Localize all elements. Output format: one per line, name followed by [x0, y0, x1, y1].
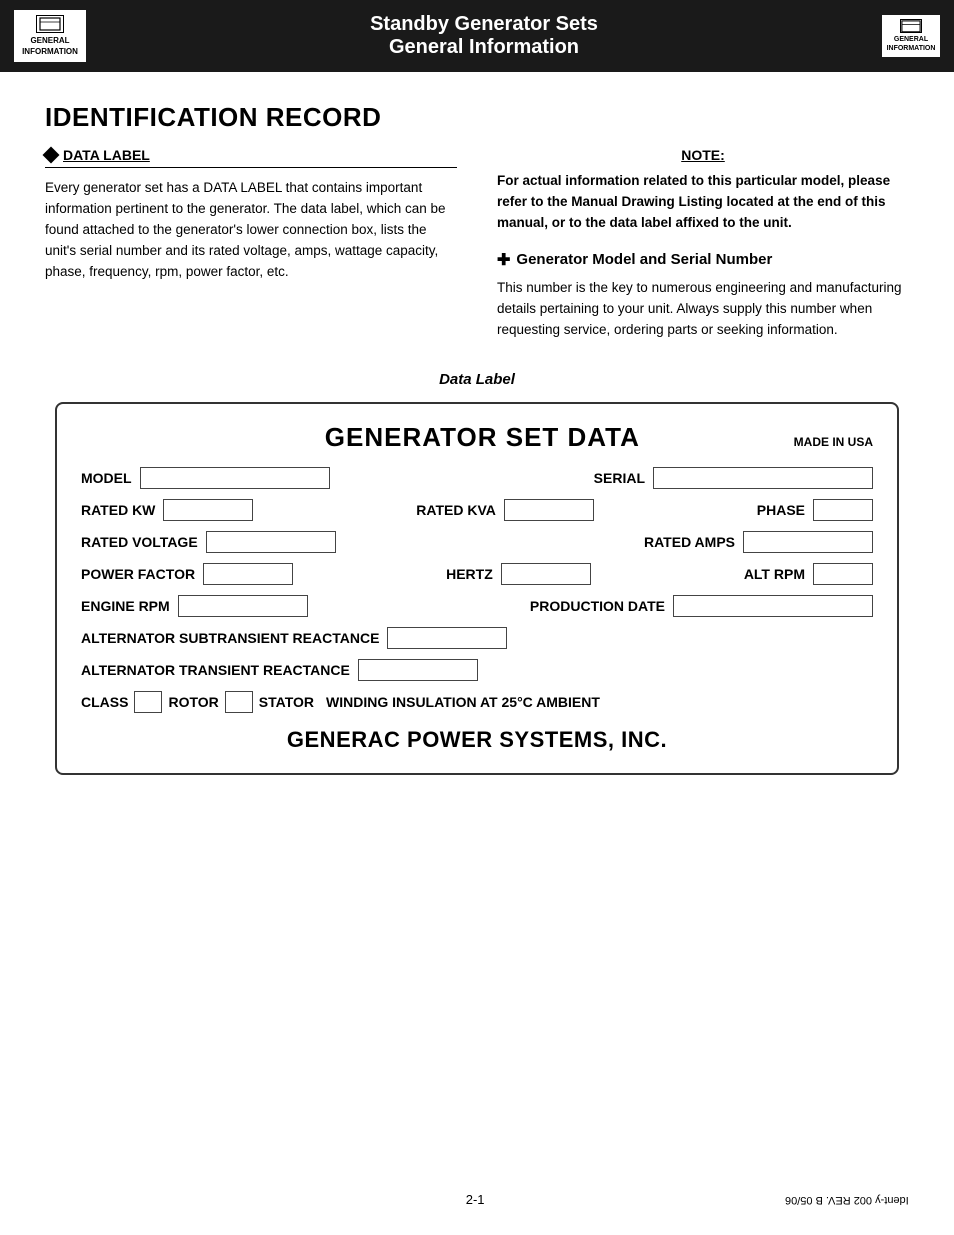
alt-subtransient-field-box: [387, 627, 507, 649]
two-column-layout: DATA LABEL Every generator set has a DAT…: [45, 147, 909, 341]
engine-rpm-proddate-row: ENGINE RPM PRODUCTION DATE: [81, 595, 873, 617]
rated-voltage-label: RATED VOLTAGE: [81, 534, 198, 550]
header-title-line2: General Information: [86, 36, 882, 59]
logo-left-line2: INFORMATION: [22, 47, 78, 57]
voltage-amps-row: RATED VOLTAGE RATED AMPS: [81, 531, 873, 553]
alt-rpm-label: ALT RPM: [744, 566, 805, 582]
gen-model-heading-text: Generator Model and Serial Number: [516, 251, 772, 268]
rated-kva-field-box: [504, 499, 594, 521]
data-label-heading-text: DATA LABEL: [63, 147, 150, 163]
serial-field-box: [653, 467, 873, 489]
data-label-box: GENERATOR SET DATA MADE IN USA MODEL SER…: [55, 402, 899, 775]
revision-info: Ident-y 002 REV. B 05/06: [785, 1194, 909, 1206]
logo-right-line2: INFORMATION: [887, 44, 936, 53]
gen-set-data-title: GENERATOR SET DATA: [181, 422, 784, 453]
gen-model-heading: ✚ Generator Model and Serial Number: [497, 250, 909, 270]
logo-left-line1: GENERAL: [30, 36, 69, 46]
note-label: NOTE:: [497, 147, 909, 163]
note-text: For actual information related to this p…: [497, 171, 909, 234]
logo-right: GENERAL INFORMATION: [882, 15, 940, 57]
power-factor-label: POWER FACTOR: [81, 566, 195, 582]
identification-record-title: IDENTIFICATION RECORD: [45, 102, 909, 133]
rated-amps-field-box: [743, 531, 873, 553]
production-date-field-box: [673, 595, 873, 617]
logo-right-line1: GENERAL: [894, 35, 928, 44]
pf-hertz-altrpm-row: POWER FACTOR HERTZ ALT RPM: [81, 563, 873, 585]
main-content: IDENTIFICATION RECORD DATA LABEL Every g…: [0, 72, 954, 825]
alt-subtransient-label: ALTERNATOR SUBTRANSIENT REACTANCE: [81, 630, 379, 646]
hertz-label: HERTZ: [446, 566, 493, 582]
logo-right-icon: [900, 19, 922, 33]
header-title-line1: Standby Generator Sets: [86, 13, 882, 36]
rated-kva-label: RATED KVA: [416, 502, 496, 518]
model-field-box: [140, 467, 330, 489]
rated-voltage-field-box: [206, 531, 336, 553]
phase-field-box: [813, 499, 873, 521]
stator-label: STATOR: [259, 694, 314, 710]
header-title: Standby Generator Sets General Informati…: [86, 13, 882, 59]
generac-footer: GENERAC POWER SYSTEMS, INC.: [81, 727, 873, 753]
model-label: MODEL: [81, 470, 132, 486]
alt-subtransient-row: ALTERNATOR SUBTRANSIENT REACTANCE: [81, 627, 873, 649]
production-date-label: PRODUCTION DATE: [530, 598, 665, 614]
rated-kw-field-box: [163, 499, 253, 521]
logo-left-icon: [36, 15, 64, 33]
data-label-heading: DATA LABEL: [45, 147, 457, 168]
logo-left: GENERAL INFORMATION: [14, 10, 86, 62]
class-row: CLASS ROTOR STATOR WINDING INSULATION AT…: [81, 691, 873, 713]
alt-rpm-field-box: [813, 563, 873, 585]
left-column: DATA LABEL Every generator set has a DAT…: [45, 147, 457, 341]
power-factor-field-box: [203, 563, 293, 585]
diamond-icon: [43, 147, 60, 164]
model-serial-row: MODEL SERIAL: [81, 467, 873, 489]
rotor-field-box: [225, 691, 253, 713]
page-footer: 2-1 Ident-y 002 REV. B 05/06: [0, 1192, 954, 1207]
alt-transient-label: ALTERNATOR TRANSIENT REACTANCE: [81, 662, 350, 678]
right-column: NOTE: For actual information related to …: [497, 147, 909, 341]
gen-model-body: This number is the key to numerous engin…: [497, 278, 909, 341]
class-field-box: [134, 691, 162, 713]
rotor-label: ROTOR: [168, 694, 218, 710]
page-number: 2-1: [165, 1192, 785, 1207]
cross-icon: ✚: [497, 250, 510, 270]
engine-rpm-field-box: [178, 595, 308, 617]
engine-rpm-label: ENGINE RPM: [81, 598, 170, 614]
alt-transient-field-box: [358, 659, 478, 681]
hertz-field-box: [501, 563, 591, 585]
page-header: GENERAL INFORMATION Standby Generator Se…: [0, 0, 954, 72]
serial-label: SERIAL: [594, 470, 645, 486]
data-label-body: Every generator set has a DATA LABEL tha…: [45, 178, 457, 283]
made-in-usa: MADE IN USA: [794, 435, 873, 449]
data-label-section: Data Label GENERATOR SET DATA MADE IN US…: [45, 371, 909, 775]
data-label-caption: Data Label: [45, 371, 909, 388]
winding-label: WINDING INSULATION AT 25°C AMBIENT: [326, 694, 600, 710]
gen-set-data-header: GENERATOR SET DATA MADE IN USA: [81, 422, 873, 453]
class-label: CLASS: [81, 694, 128, 710]
alt-transient-row: ALTERNATOR TRANSIENT REACTANCE: [81, 659, 873, 681]
rated-amps-label: RATED AMPS: [644, 534, 735, 550]
phase-label: PHASE: [757, 502, 805, 518]
rated-kw-row: RATED KW RATED KVA PHASE: [81, 499, 873, 521]
rated-kw-label: RATED KW: [81, 502, 155, 518]
